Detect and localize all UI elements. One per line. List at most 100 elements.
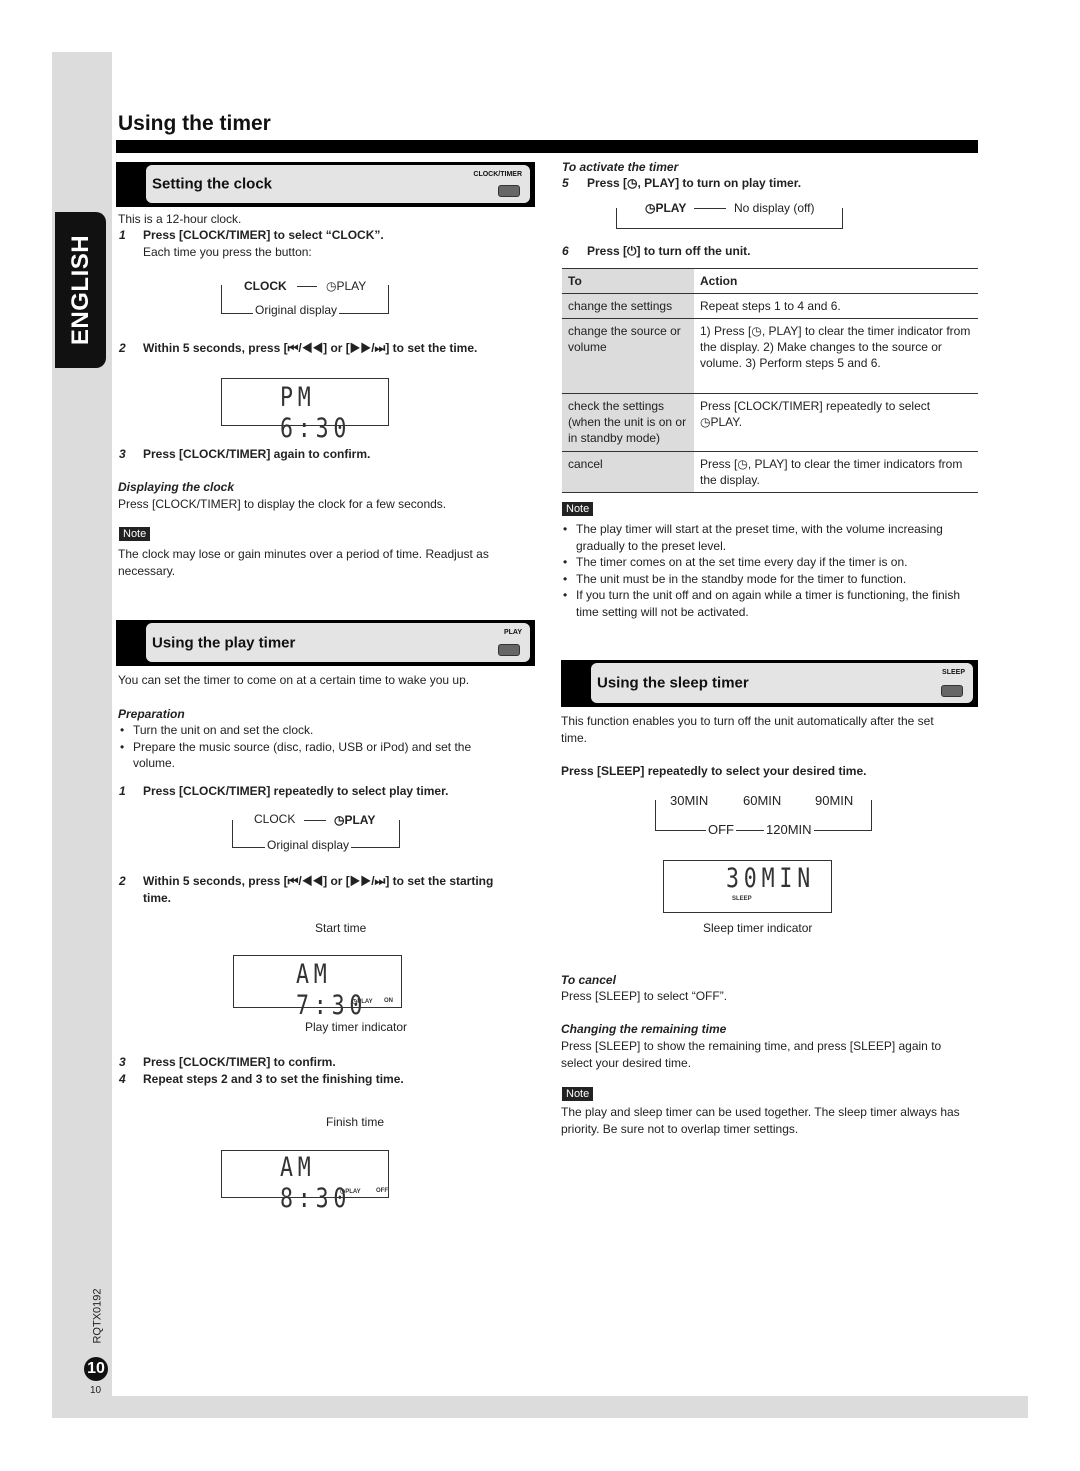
page-number-badge: 10: [84, 1357, 108, 1381]
step-text: Press [◷, PLAY] to turn on play timer.: [587, 176, 802, 190]
play-button-label: PLAY: [503, 629, 522, 636]
step-number: 5: [562, 176, 569, 190]
cell-action: 1) Press [◷, PLAY] to clear the timer in…: [694, 318, 978, 394]
note-badge: Note: [562, 1087, 594, 1101]
intro-text: This function enables you to turn off th…: [561, 714, 934, 745]
note-badge: Note: [119, 527, 151, 541]
section-title: Using the sleep timer: [597, 674, 749, 692]
display-text: 30MIN: [726, 863, 816, 894]
sleep-indicator-label: Sleep timer indicator: [703, 921, 813, 935]
page-number-small: 10: [90, 1385, 102, 1396]
clock-timer-button-icon: [498, 185, 520, 197]
intro-text: This is a 12-hour clock.: [118, 212, 242, 226]
cycle-item-original: Original display: [265, 837, 352, 853]
arrow-icon: [304, 820, 326, 821]
step-text: Within 5 seconds, press [⏮/◀◀] or [▶▶/⏭]…: [143, 874, 494, 888]
subheading: To cancel: [561, 973, 616, 987]
subheading: Changing the remaining time: [561, 1022, 727, 1036]
cell-to: change the source or volume: [562, 318, 694, 394]
step-number: 1: [119, 784, 126, 798]
language-label: ENGLISH: [66, 234, 94, 346]
step-number: 3: [119, 447, 126, 461]
bullet-item: Prepare the music source (disc, radio, U…: [120, 739, 471, 755]
bullet-item-cont: volume.: [133, 756, 176, 770]
arrow-icon: [694, 208, 726, 209]
cycle-item-clock: CLOCK: [242, 278, 289, 294]
step-number: 2: [119, 874, 126, 888]
body-text: Press [SLEEP] to show the remaining time…: [561, 1039, 942, 1070]
on-indicator: ON: [384, 998, 393, 1004]
off-indicator: OFF: [376, 1188, 388, 1194]
step-text: Press [⏻] to turn off the unit.: [587, 244, 751, 258]
step-text: Press [CLOCK/TIMER] to select “CLOCK”.: [143, 228, 384, 242]
section-title: Using the play timer: [152, 634, 296, 651]
play-button-icon: [498, 644, 520, 656]
intro-text: You can set the timer to come on at a ce…: [118, 673, 470, 687]
step-text: Press [CLOCK/TIMER] again to confirm.: [143, 447, 371, 461]
step-number: 1: [119, 228, 126, 242]
cycle-item-play: ◷PLAY: [643, 200, 689, 216]
step-number: 2: [119, 341, 126, 355]
notes-list: The play timer will start at the preset …: [563, 521, 976, 620]
body-text: Press [CLOCK/TIMER] to display the clock…: [118, 497, 447, 511]
finish-time-label: Finish time: [326, 1115, 385, 1129]
cycle-item-play: ◷PLAY: [332, 812, 378, 828]
step-subtext: Each time you press the button:: [143, 245, 312, 259]
step-text: Repeat steps 2 and 3 to set the finishin…: [143, 1072, 404, 1086]
doc-code: RQTX0192: [91, 1288, 104, 1344]
page-number: 10: [87, 1360, 105, 1377]
step-number: 4: [119, 1072, 126, 1086]
start-time-label: Start time: [315, 921, 367, 935]
subheading: Displaying the clock: [118, 480, 235, 494]
cycle-item-off: OFF: [706, 822, 736, 838]
subheading: To activate the timer: [562, 160, 679, 174]
body-text: Press [SLEEP] to select “OFF”.: [561, 989, 728, 1003]
play-indicator-label: Play timer indicator: [305, 1020, 408, 1034]
cycle-item-play: ◷PLAY: [324, 278, 369, 294]
cycle-item-30: 30MIN: [668, 793, 711, 809]
language-tab: ENGLISH: [55, 212, 106, 368]
cell-to: cancel: [562, 451, 694, 493]
table-row: cancel Press [◷, PLAY] to clear the timer…: [562, 451, 978, 493]
note-item: The unit must be in the standby mode for…: [563, 571, 976, 588]
lcd-display: 30MIN SLEEP: [663, 860, 832, 913]
display-text: AM 8:30: [280, 1152, 352, 1214]
cell-to: check the settings (when the unit is on …: [562, 393, 694, 452]
subheading: Preparation: [118, 707, 185, 721]
bullet-item: Turn the unit on and set the clock.: [120, 722, 313, 738]
table-row: check the settings (when the unit is on …: [562, 393, 978, 452]
step-number: 3: [119, 1055, 126, 1069]
cell-to: change the settings: [562, 293, 694, 319]
cycle-item-60: 60MIN: [741, 793, 784, 809]
cycle-item-clock: CLOCK: [252, 811, 298, 827]
header-action: Action: [694, 268, 978, 294]
clock-timer-button-label: CLOCK/TIMER: [473, 171, 522, 178]
sleep-indicator: SLEEP: [732, 896, 752, 902]
action-table: To Action change the settings Repeat steps…: [562, 268, 978, 493]
display-text: AM 7:30: [296, 959, 368, 1021]
instruction-text: Press [SLEEP] repeatedly to select your …: [561, 764, 867, 778]
lcd-display: AM 7:30 ◷PLAY ON: [233, 955, 402, 1021]
page-title: Using the timer: [118, 112, 271, 135]
cycle-item-90: 90MIN: [813, 793, 856, 809]
cell-action: Press [◷, PLAY] to clear the timer indic…: [694, 451, 978, 493]
sleep-button-label: SLEEP: [942, 669, 965, 676]
arrow-icon: [297, 286, 317, 287]
note-item: The timer comes on at the set time every…: [563, 554, 976, 571]
bottom-bar: [52, 1396, 1028, 1418]
cycle-item-off: No display (off): [731, 200, 818, 216]
play-indicator: ◷PLAY: [352, 999, 373, 1005]
cycle-item-original: Original display: [253, 302, 340, 318]
note-item: The play timer will start at the preset …: [563, 521, 976, 554]
section-header-sleep: Using the sleep timer SLEEP: [561, 660, 978, 707]
title-bar: [116, 140, 978, 153]
table-header-row: To Action: [562, 268, 978, 294]
step-text: Within 5 seconds, press [⏮/◀◀] or [▶▶/⏭]…: [143, 341, 478, 355]
lcd-display: PM 6:30: [221, 378, 389, 444]
display-text: PM 6:30: [280, 382, 352, 444]
table-row: change the source or volume 1) Press [◷, …: [562, 318, 978, 394]
table-row: change the settings Repeat steps 1 to 4 a…: [562, 293, 978, 319]
step-text: Press [CLOCK/TIMER] to confirm.: [143, 1055, 336, 1069]
step-text: Press [CLOCK/TIMER] repeatedly to select…: [143, 784, 449, 798]
section-title: Setting the clock: [152, 175, 273, 193]
